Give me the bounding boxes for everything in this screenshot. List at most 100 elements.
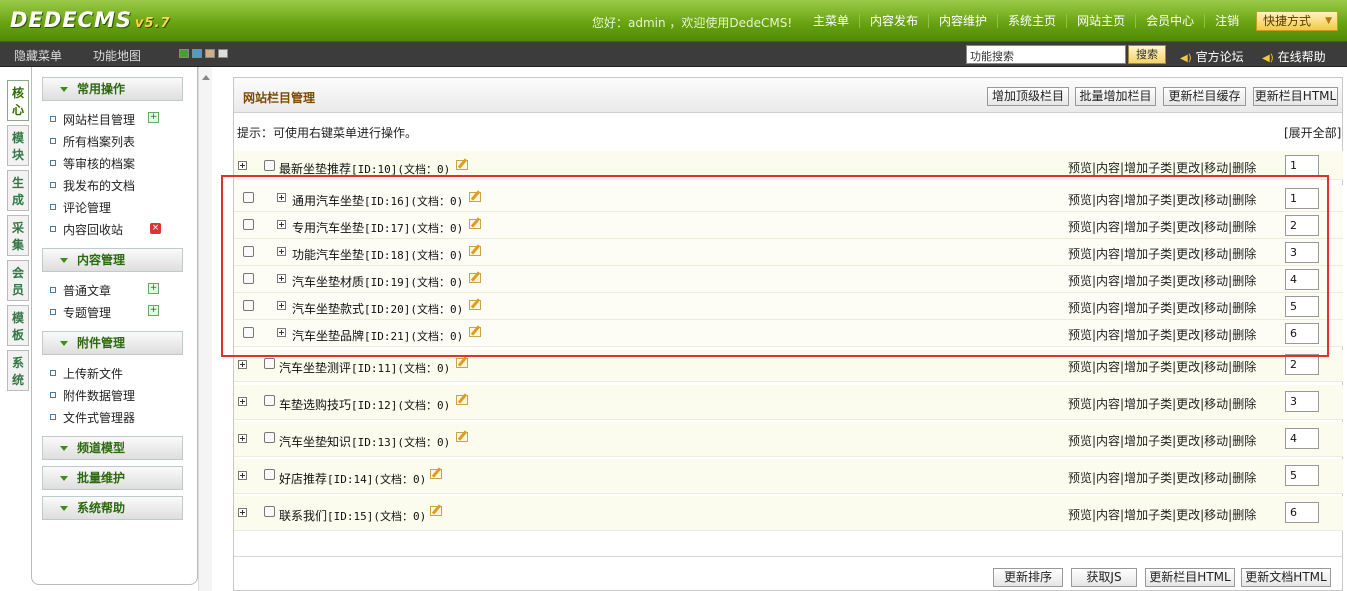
- expand-plus-icon[interactable]: [238, 161, 247, 170]
- update-category-html-button[interactable]: 更新栏目HTML: [1253, 87, 1338, 106]
- panel-header: 网站栏目管理 增加顶级栏目 批量增加栏目 更新栏目缓存 更新栏目HTML: [234, 78, 1342, 113]
- menu-item-pending-archives[interactable]: 等审核的档案: [50, 155, 135, 172]
- expand-plus-icon[interactable]: [238, 434, 247, 443]
- expand-plus-icon[interactable]: [238, 360, 247, 369]
- nav-member-center[interactable]: 会员中心: [1135, 14, 1204, 28]
- top-header: DEDECMS v5.7 您好：admin ，欢迎使用DedeCMS! 主菜单 内…: [0, 0, 1347, 42]
- highlight-box: [221, 175, 1329, 357]
- menu-item-recycle-bin[interactable]: 内容回收站: [50, 221, 123, 238]
- tab-core[interactable]: 核心: [7, 80, 29, 121]
- group-system-help[interactable]: 系统帮助: [42, 496, 183, 520]
- official-forum-link[interactable]: ◀) 官方论坛: [1180, 48, 1244, 65]
- dedecms-logo: DEDECMS v5.7: [10, 8, 171, 32]
- sort-order-input[interactable]: 5: [1285, 465, 1319, 486]
- menu-item-upload-file[interactable]: 上传新文件: [50, 365, 123, 382]
- skin-swatch-blue[interactable]: [192, 49, 202, 58]
- quick-access-dropdown[interactable]: 快捷方式 ▼: [1256, 11, 1338, 31]
- sort-order-input[interactable]: 6: [1285, 502, 1319, 523]
- row-actions[interactable]: 预览|内容|增加子类|更改|移动|删除: [1068, 506, 1256, 523]
- row-checkbox[interactable]: [264, 358, 275, 369]
- group-channel-models[interactable]: 频道模型: [42, 436, 183, 460]
- category-row: 汽车坐垫知识[ID:13](文档：0) 预览|内容|增加子类|更改|移动|删除 …: [234, 422, 1343, 457]
- delete-icon[interactable]: ×: [150, 223, 161, 234]
- category-name[interactable]: 汽车坐垫知识[ID:13](文档：0): [279, 433, 450, 450]
- nav-site-home[interactable]: 网站主页: [1066, 14, 1135, 28]
- tab-generate[interactable]: 生成: [7, 170, 29, 211]
- add-icon[interactable]: +: [148, 283, 159, 294]
- row-checkbox[interactable]: [264, 395, 275, 406]
- menu-item-all-archives[interactable]: 所有档案列表: [50, 133, 135, 150]
- update-category-html-footer-button[interactable]: 更新栏目HTML: [1145, 568, 1235, 587]
- menu-item-attachment-data[interactable]: 附件数据管理: [50, 387, 135, 404]
- expand-plus-icon[interactable]: [238, 471, 247, 480]
- tab-system[interactable]: 系统: [7, 350, 29, 391]
- edit-icon[interactable]: [456, 432, 468, 442]
- get-js-button[interactable]: 获取JS: [1071, 568, 1137, 587]
- hide-menu-button[interactable]: 隐藏菜单: [14, 47, 62, 64]
- category-name[interactable]: 好店推荐[ID:14](文档：0): [279, 470, 426, 487]
- category-name[interactable]: 联系我们[ID:15](文档：0): [279, 507, 426, 524]
- group-content-manage[interactable]: 内容管理: [42, 248, 183, 272]
- menu-item-articles[interactable]: 普通文章: [50, 282, 111, 299]
- row-checkbox[interactable]: [264, 506, 275, 517]
- tab-modules[interactable]: 模块: [7, 125, 29, 166]
- sort-order-input[interactable]: 2: [1285, 354, 1319, 375]
- group-attachments[interactable]: 附件管理: [42, 331, 183, 355]
- chevron-down-icon: ▼: [1325, 16, 1332, 26]
- left-menu-panel: 常用操作 网站栏目管理 + 所有档案列表 等审核的档案 我发布的文档 评论管理 …: [31, 67, 198, 585]
- welcome-text: 您好：admin ，欢迎使用DedeCMS!: [592, 16, 793, 30]
- nav-main-menu[interactable]: 主菜单: [803, 14, 859, 28]
- expand-plus-icon[interactable]: [238, 397, 247, 406]
- row-actions[interactable]: 预览|内容|增加子类|更改|移动|删除: [1068, 395, 1256, 412]
- update-category-cache-button[interactable]: 更新栏目缓存: [1163, 87, 1246, 106]
- group-batch-maintain[interactable]: 批量维护: [42, 466, 183, 490]
- add-top-category-button[interactable]: 增加顶级栏目: [987, 87, 1069, 106]
- expand-plus-icon[interactable]: [238, 508, 247, 517]
- edit-icon[interactable]: [430, 506, 442, 516]
- add-icon[interactable]: +: [148, 305, 159, 316]
- tab-templates[interactable]: 模板: [7, 305, 29, 346]
- row-checkbox[interactable]: [264, 432, 275, 443]
- row-checkbox[interactable]: [264, 160, 275, 171]
- search-button[interactable]: 搜索: [1128, 45, 1166, 64]
- edit-icon[interactable]: [456, 358, 468, 368]
- sort-order-input[interactable]: 4: [1285, 428, 1319, 449]
- nav-content-maintain[interactable]: 内容维护: [928, 14, 997, 28]
- edit-icon[interactable]: [456, 160, 468, 170]
- menu-item-specials[interactable]: 专题管理: [50, 304, 111, 321]
- edit-icon[interactable]: [430, 469, 442, 479]
- update-sort-button[interactable]: 更新排序: [993, 568, 1063, 587]
- function-search-input[interactable]: 功能搜索: [966, 45, 1126, 64]
- menu-item-file-manager[interactable]: 文件式管理器: [50, 409, 135, 426]
- menu-item-my-docs[interactable]: 我发布的文档: [50, 177, 135, 194]
- skin-swatch-green[interactable]: [179, 49, 189, 58]
- online-help-link[interactable]: ◀) 在线帮助: [1262, 48, 1326, 65]
- tab-collect[interactable]: 采集: [7, 215, 29, 256]
- group-common-ops[interactable]: 常用操作: [42, 77, 183, 101]
- nav-logout[interactable]: 注销: [1204, 14, 1249, 28]
- edit-icon[interactable]: [456, 395, 468, 405]
- site-map-button[interactable]: 功能地图: [93, 47, 141, 64]
- menu-item-comments[interactable]: 评论管理: [50, 199, 111, 216]
- row-actions[interactable]: 预览|内容|增加子类|更改|移动|删除: [1068, 432, 1256, 449]
- nav-content-publish[interactable]: 内容发布: [859, 14, 928, 28]
- update-doc-html-button[interactable]: 更新文档HTML: [1241, 568, 1331, 587]
- left-scrollbar[interactable]: [198, 67, 212, 591]
- row-actions[interactable]: 预览|内容|增加子类|更改|移动|删除: [1068, 358, 1256, 375]
- speaker-icon: ◀): [1262, 53, 1274, 64]
- menu-item-category-manage[interactable]: 网站栏目管理: [50, 111, 135, 128]
- skin-swatch-gray[interactable]: [218, 49, 228, 58]
- sort-order-input[interactable]: 3: [1285, 391, 1319, 412]
- sort-order-input[interactable]: 1: [1285, 155, 1319, 176]
- row-actions[interactable]: 预览|内容|增加子类|更改|移动|删除: [1068, 469, 1256, 486]
- category-name[interactable]: 车垫选购技巧[ID:12](文档：0): [279, 396, 450, 413]
- category-name[interactable]: 汽车坐垫测评[ID:11](文档：0): [279, 359, 450, 376]
- row-actions[interactable]: 预览|内容|增加子类|更改|移动|删除: [1068, 159, 1256, 176]
- batch-add-category-button[interactable]: 批量增加栏目: [1075, 87, 1156, 106]
- expand-all-link[interactable]: [展开全部]: [1284, 124, 1341, 141]
- tab-members[interactable]: 会员: [7, 260, 29, 301]
- row-checkbox[interactable]: [264, 469, 275, 480]
- add-icon[interactable]: +: [148, 112, 159, 123]
- skin-swatch-tan[interactable]: [205, 49, 215, 58]
- nav-system-home[interactable]: 系统主页: [997, 14, 1066, 28]
